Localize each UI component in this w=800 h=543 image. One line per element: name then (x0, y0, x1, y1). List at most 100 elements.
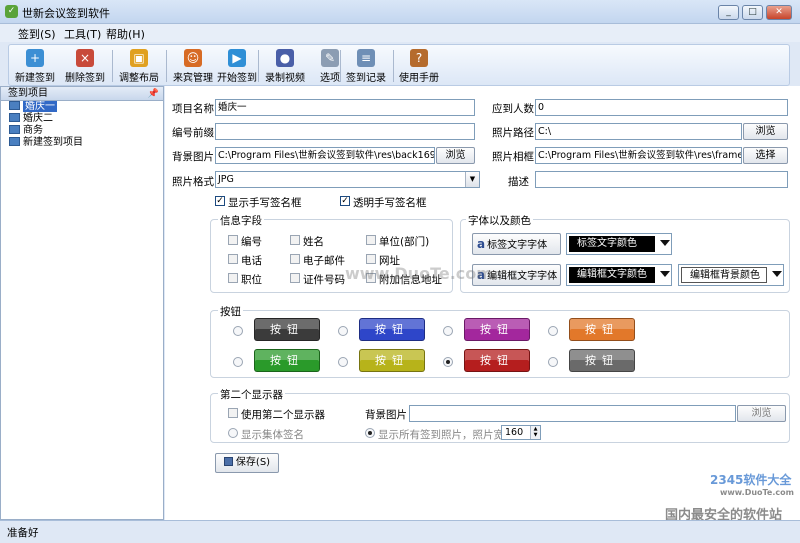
field-checkbox[interactable] (228, 254, 238, 264)
skin-radio[interactable] (443, 326, 453, 336)
field-label: 单位(部门) (379, 236, 430, 248)
layout-button[interactable]: ▣ 调整布局 (115, 47, 163, 85)
field-checkbox[interactable] (228, 235, 238, 245)
menu-help[interactable]: 帮助(H) (106, 26, 145, 42)
spin-arrows-icon[interactable]: ▲ ▼ (530, 426, 540, 439)
tree-item[interactable]: 新建签到项目 (1, 137, 163, 149)
skin-radio[interactable] (548, 357, 558, 367)
guests-button[interactable]: ☺ 来宾管理 (169, 47, 217, 85)
photo-path-input[interactable]: C:\ (535, 123, 742, 140)
project-icon (9, 113, 20, 122)
photo-path-browse-button[interactable]: 浏览 (743, 123, 788, 140)
skin-button[interactable]: 按钮 (569, 349, 635, 372)
skin-button[interactable]: 按钮 (254, 318, 320, 341)
skin-button[interactable]: 按钮 (464, 318, 530, 341)
save-button[interactable]: 保存(S) (215, 453, 279, 473)
bg-image-input[interactable]: C:\Program Files\世新会议签到软件\res\back169\背景… (215, 147, 435, 164)
photo-format-select[interactable]: JPG ▼ (215, 171, 480, 188)
skin-radio[interactable] (233, 326, 243, 336)
signin-records-button[interactable]: ≡ 签到记录 (342, 47, 390, 85)
tree-item[interactable]: 商务 (1, 125, 163, 137)
photo-format-label: 照片格式 (172, 176, 214, 188)
watermark-text: www.DuoTe.com (345, 264, 493, 283)
window-title: 世新会议签到软件 (22, 7, 110, 20)
photo-width-stepper[interactable]: 160 ▲ ▼ (501, 425, 541, 440)
expected-count-input[interactable]: 0 (535, 99, 788, 116)
label-font-button[interactable]: a 标签文字字体 (472, 233, 561, 255)
show-signature-checkbox[interactable]: ✓ (215, 196, 225, 206)
skin-radio[interactable] (548, 326, 558, 336)
photo-frame-select-button[interactable]: 选择 (743, 147, 788, 164)
skin-radio[interactable] (233, 357, 243, 367)
transparent-signature-label: 透明手写签名框 (353, 197, 427, 209)
menu-tools[interactable]: 工具(T) (64, 26, 101, 42)
field-label: 编号 (241, 236, 262, 248)
description-input[interactable] (535, 171, 788, 188)
font-color-title: 字体以及颜色 (466, 213, 533, 228)
transparent-signature-checkbox[interactable]: ✓ (340, 196, 350, 206)
field-label: 姓名 (303, 236, 324, 248)
second-bg-image-input[interactable] (409, 405, 736, 422)
field-label: 职位 (241, 274, 262, 286)
pin-icon[interactable]: 📌 (148, 87, 159, 101)
skin-button[interactable]: 按钮 (464, 349, 530, 372)
description-label: 描述 (508, 176, 529, 188)
tree-item[interactable]: 婚庆一 (1, 101, 163, 113)
minimize-button[interactable]: _ (718, 5, 739, 20)
skin-button[interactable]: 按钮 (359, 318, 425, 341)
skin-button[interactable]: 按钮 (254, 349, 320, 372)
record-video-button[interactable]: ● 录制视频 (261, 47, 309, 85)
toolbar: + 新建签到 × 删除签到 ▣ 调整布局 ☺ 来宾管理 ▶ 开始签到 ● 录制视频 ✎ 选项 … (8, 44, 790, 86)
show-collective-label: 显示集体签名 (241, 429, 304, 441)
close-button[interactable]: ✕ (766, 5, 792, 20)
maximize-button[interactable]: □ (742, 5, 763, 20)
project-name-label: 项目名称 (172, 103, 214, 115)
field-checkbox[interactable] (366, 235, 376, 245)
edit-color-select[interactable]: 编辑框文字颜色 (566, 264, 672, 286)
project-icon (9, 137, 20, 146)
start-signin-button[interactable]: ▶ 开始签到 (213, 47, 261, 85)
dropdown-arrow-icon (660, 240, 670, 246)
label-color-select[interactable]: 标签文字颜色 (566, 233, 672, 255)
edit-bg-color-select[interactable]: 编辑框背景颜色 (678, 264, 784, 286)
menu-signin[interactable]: 签到(S) (18, 26, 56, 42)
watermark-text: 2345软件大全 (710, 473, 792, 487)
wrench-icon: ✎ (321, 49, 339, 67)
delete-signin-button[interactable]: × 删除签到 (61, 47, 109, 85)
toolbar-separator (166, 50, 167, 82)
records-icon: ≡ (357, 49, 375, 67)
guests-icon: ☺ (184, 49, 202, 67)
skin-radio[interactable] (443, 357, 453, 367)
skin-radio[interactable] (338, 357, 348, 367)
show-collective-radio[interactable] (228, 428, 238, 438)
skin-button[interactable]: 按钮 (569, 318, 635, 341)
skin-radio[interactable] (338, 326, 348, 336)
field-checkbox[interactable] (228, 273, 238, 283)
play-icon: ▶ (228, 49, 246, 67)
floppy-icon (223, 457, 233, 466)
use-second-display-label: 使用第二个显示器 (241, 409, 325, 421)
field-checkbox[interactable] (290, 273, 300, 283)
field-checkbox[interactable] (290, 235, 300, 245)
manual-button[interactable]: ? 使用手册 (395, 47, 443, 85)
layout-icon: ▣ (130, 49, 148, 67)
watermark-text: www.DuoTe.com (720, 488, 794, 497)
show-all-photos-radio[interactable] (365, 428, 375, 438)
status-text: 准备好 (7, 527, 39, 539)
skin-button[interactable]: 按钮 (359, 349, 425, 372)
field-checkbox[interactable] (366, 254, 376, 264)
toolbar-separator (393, 50, 394, 82)
manual-icon: ? (410, 49, 428, 67)
prefix-input[interactable] (215, 123, 475, 140)
bg-image-browse-button[interactable]: 浏览 (436, 147, 475, 164)
new-signin-button[interactable]: + 新建签到 (11, 47, 59, 85)
second-bg-browse-button[interactable]: 浏览 (737, 405, 786, 422)
use-second-display-checkbox[interactable] (228, 408, 238, 418)
title-bar: ✓ 世新会议签到软件 _ □ ✕ (0, 0, 800, 24)
tree-item[interactable]: 婚庆二 (1, 113, 163, 125)
project-panel-header: 签到项目 📌 (1, 87, 163, 101)
project-name-input[interactable]: 婚庆一 (215, 99, 475, 116)
camera-icon: ● (276, 49, 294, 67)
photo-frame-input[interactable]: C:\Program Files\世新会议签到软件\res\frame\相框 (535, 147, 742, 164)
field-checkbox[interactable] (290, 254, 300, 264)
